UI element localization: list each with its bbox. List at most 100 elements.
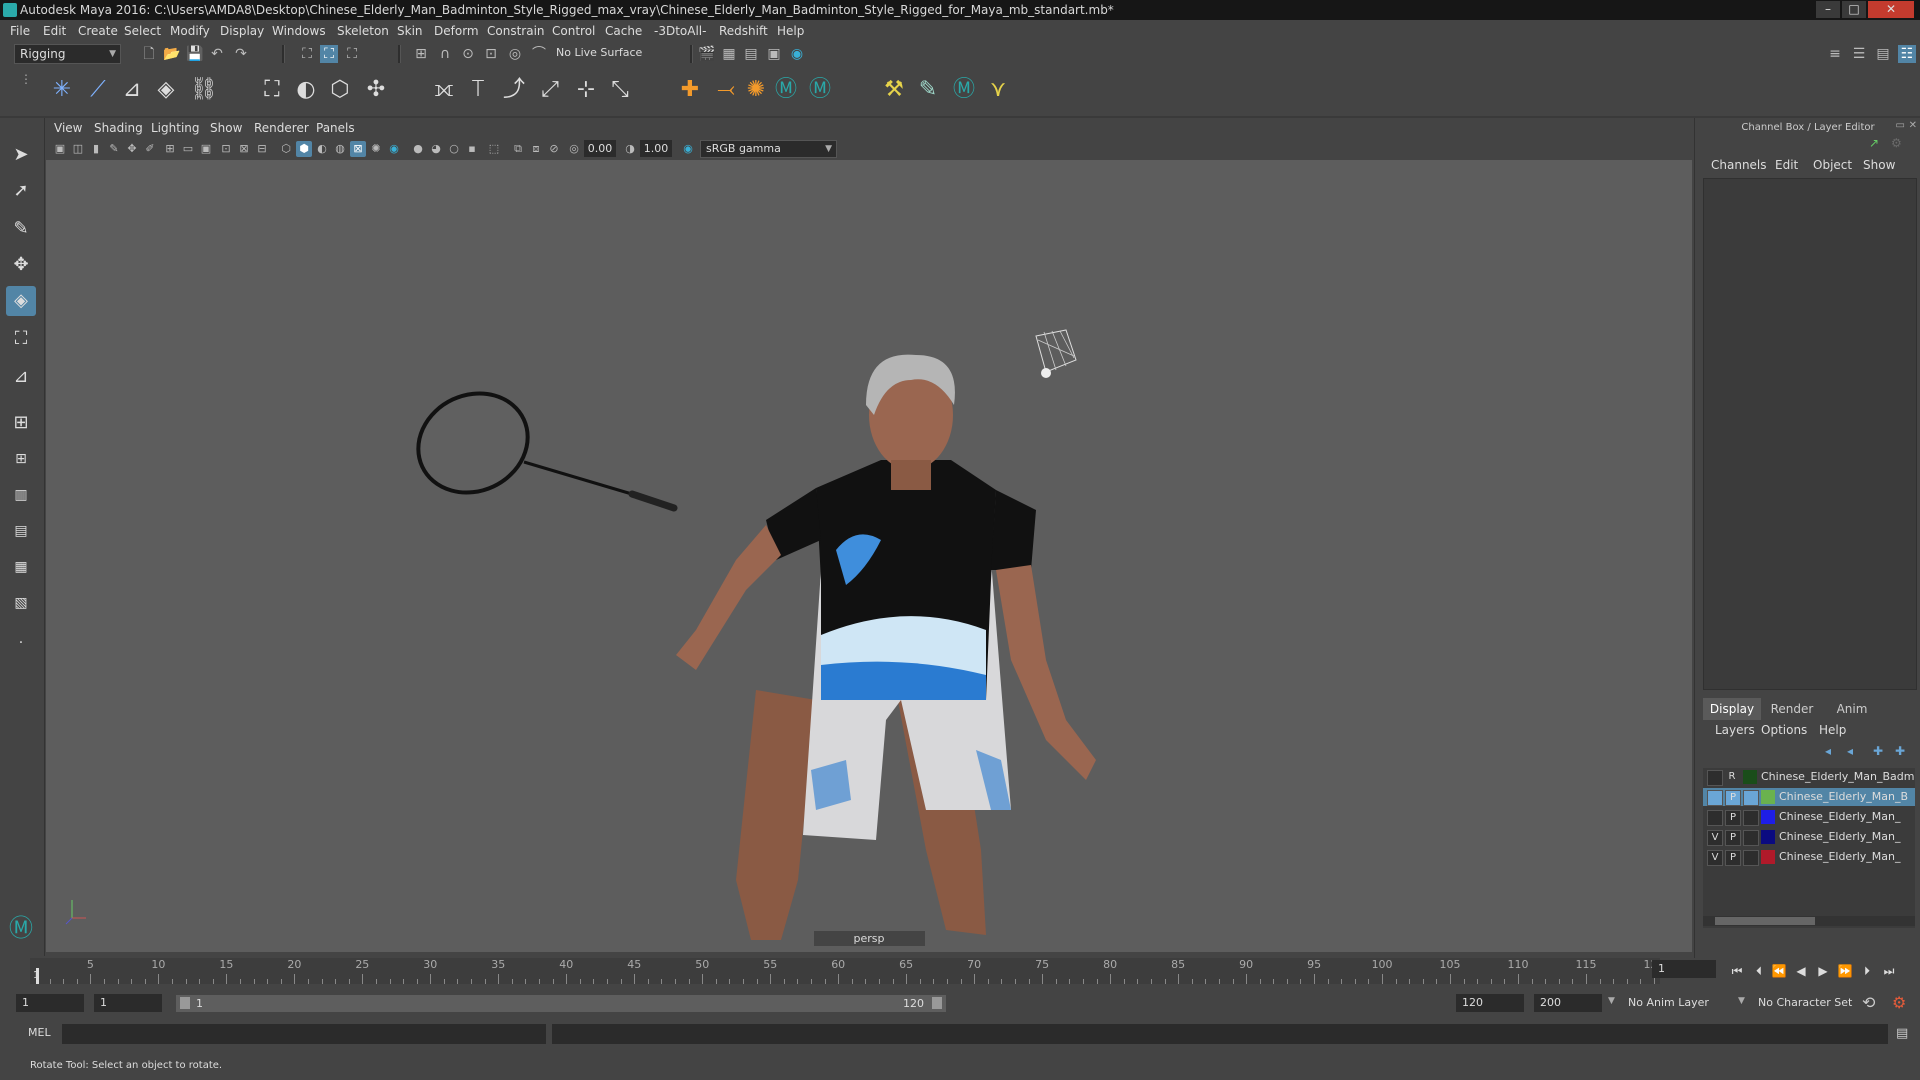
gamma-field[interactable]: 1.00 bbox=[640, 140, 672, 157]
play-backwards-icon[interactable]: ◀ bbox=[1792, 962, 1810, 980]
playback-start-field[interactable]: 1 bbox=[94, 994, 162, 1012]
set-driven-key-icon[interactable]: ⤙ bbox=[712, 76, 740, 104]
channel-box-settings-icon[interactable]: ⚙ bbox=[1891, 136, 1902, 150]
snap-surface-icon[interactable]: ◎ bbox=[506, 45, 524, 63]
paint-select-tool-icon[interactable]: ✎ bbox=[6, 214, 36, 244]
redo-icon[interactable]: ↷ bbox=[232, 45, 250, 63]
layer-color-swatch[interactable] bbox=[1761, 830, 1775, 844]
go-to-end-icon[interactable]: ⏭ bbox=[1880, 962, 1898, 980]
layer-name[interactable]: Chinese_Elderly_Man_ bbox=[1779, 808, 1915, 826]
snap-point-icon[interactable]: ⊙ bbox=[459, 45, 477, 63]
gamma-icon[interactable]: ◑ bbox=[622, 141, 638, 157]
select-tool-icon[interactable]: ➤ bbox=[6, 140, 36, 170]
screen-space-ao-icon[interactable]: ◉ bbox=[386, 141, 402, 157]
use-all-lights-icon[interactable]: ⊠ bbox=[350, 141, 366, 157]
range-start-handle[interactable] bbox=[180, 997, 190, 1009]
badminton-racket-model[interactable] bbox=[402, 376, 678, 512]
layer-name[interactable]: Chinese_Elderly_Man_Badminton bbox=[1761, 768, 1915, 786]
layer-visibility-toggle[interactable] bbox=[1707, 810, 1723, 826]
snap-grid-icon[interactable]: ⊞ bbox=[412, 45, 430, 63]
outliner-layout-icon[interactable]: ▤ bbox=[6, 516, 36, 546]
lattice-icon[interactable]: ⬡ bbox=[326, 76, 354, 104]
exposure-icon[interactable]: ◎ bbox=[566, 141, 582, 157]
orient-joint-icon[interactable]: ⛓ bbox=[190, 76, 218, 104]
channel-box-menu-edit[interactable]: Edit bbox=[1775, 158, 1798, 172]
viewport-menu-panels[interactable]: Panels bbox=[316, 118, 355, 138]
layer-color-swatch[interactable] bbox=[1761, 850, 1775, 864]
hypershade-layout-icon[interactable]: ▧ bbox=[6, 588, 36, 618]
camera-attributes-icon[interactable]: ◫ bbox=[70, 141, 86, 157]
menu-redshift[interactable]: Redshift bbox=[719, 20, 768, 42]
go-to-start-icon[interactable]: ⏮ bbox=[1728, 962, 1746, 980]
step-forward-key-icon[interactable]: ⏩ bbox=[1836, 962, 1854, 980]
menu-skeleton[interactable]: Skeleton bbox=[337, 20, 389, 42]
layer-tab-anim[interactable]: Anim bbox=[1823, 698, 1881, 720]
menu-skin[interactable]: Skin bbox=[397, 20, 423, 42]
point-constraint-icon[interactable]: ⟙ bbox=[464, 76, 492, 104]
character-set-dropdown[interactable]: No Character Set bbox=[1758, 996, 1852, 1009]
menu-create[interactable]: Create bbox=[78, 20, 118, 42]
field-chart-icon[interactable]: ⊠ bbox=[236, 141, 252, 157]
ik-handle-icon[interactable]: ⟋ bbox=[84, 76, 112, 104]
scale-tool-icon[interactable]: ⛶ bbox=[6, 324, 36, 354]
paint-tool-icon[interactable]: ✎ bbox=[914, 76, 942, 104]
joint-tool-icon[interactable]: ✳ bbox=[48, 76, 76, 104]
textured-icon[interactable]: ◍ bbox=[332, 141, 348, 157]
layer-playback-toggle[interactable] bbox=[1743, 850, 1759, 866]
layer-row[interactable]: P Chinese_Elderly_Man_ bbox=[1703, 808, 1915, 826]
render-settings-icon[interactable]: ▤ bbox=[742, 45, 760, 63]
layer-menu-layers[interactable]: Layers bbox=[1715, 723, 1755, 737]
layer-row[interactable]: P Chinese_Elderly_Man_B bbox=[1703, 788, 1915, 806]
depth-of-field-icon[interactable]: ○ bbox=[446, 141, 462, 157]
xray-components-icon[interactable]: ⧈ bbox=[528, 141, 544, 157]
color-management-icon[interactable]: ◉ bbox=[680, 141, 696, 157]
safe-action-icon[interactable]: ⊟ bbox=[254, 141, 270, 157]
shuttlecock-model[interactable] bbox=[1035, 329, 1077, 378]
minimize-button[interactable]: – bbox=[1816, 1, 1840, 18]
step-back-frame-icon[interactable]: ⏴ bbox=[1750, 962, 1768, 980]
time-slider-track[interactable]: 5 10 15 20 25 30 35 40 45 50 55 60 65 70 75 80 85 90 95 100… bbox=[30, 958, 1665, 984]
step-forward-frame-icon[interactable]: ⏵ bbox=[1858, 962, 1876, 980]
viewport-menu-shading[interactable]: Shading bbox=[94, 118, 143, 138]
playback-end-field[interactable]: 120 bbox=[1456, 994, 1524, 1012]
rotate-tool-icon[interactable]: ◈ bbox=[6, 286, 36, 316]
blend-shape-icon[interactable]: ✺ bbox=[742, 76, 770, 104]
scale-constraint-icon[interactable]: ⤢ bbox=[536, 76, 564, 104]
undo-icon[interactable]: ↶ bbox=[208, 45, 226, 63]
channel-box-options-icon[interactable]: ↗ bbox=[1869, 136, 1879, 150]
attribute-editor-icon[interactable]: ☰ bbox=[1850, 45, 1868, 63]
step-back-key-icon[interactable]: ⏪ bbox=[1770, 962, 1788, 980]
layer-color-swatch[interactable] bbox=[1761, 810, 1775, 824]
layer-visibility-toggle[interactable]: V bbox=[1707, 830, 1723, 846]
shadows-icon[interactable]: ✺ bbox=[368, 141, 384, 157]
viewport-menu-lighting[interactable]: Lighting bbox=[151, 118, 200, 138]
select-camera-icon[interactable]: ▣ bbox=[52, 141, 68, 157]
layer-row[interactable]: V P Chinese_Elderly_Man_ bbox=[1703, 828, 1915, 846]
channel-box-toggle-icon[interactable]: ☷ bbox=[1898, 45, 1916, 63]
render-view-icon[interactable]: ◉ bbox=[788, 45, 806, 63]
select-component-icon[interactable]: ⛶ bbox=[343, 45, 361, 63]
make-live-icon[interactable]: ⌒ bbox=[530, 45, 548, 63]
menu-3dtoall[interactable]: -3DtoAll- bbox=[654, 20, 706, 42]
new-layer-icon[interactable]: ✚ bbox=[1873, 744, 1883, 758]
menu-set-dropdown[interactable]: Rigging ▼ bbox=[14, 44, 121, 64]
locator-icon[interactable]: ✚ bbox=[676, 76, 704, 104]
smooth-shade-icon[interactable]: ⬢ bbox=[296, 141, 312, 157]
menu-cache[interactable]: Cache bbox=[605, 20, 642, 42]
play-forwards-icon[interactable]: ▶ bbox=[1814, 962, 1832, 980]
scrollbar-thumb[interactable] bbox=[1715, 917, 1815, 925]
range-end-handle[interactable] bbox=[932, 997, 942, 1009]
menu-help[interactable]: Help bbox=[777, 20, 804, 42]
perspective-viewport[interactable]: persp bbox=[46, 160, 1692, 952]
auto-key-icon[interactable]: ⟲ bbox=[1862, 993, 1875, 1012]
script-editor-icon[interactable]: ▤ bbox=[1896, 1026, 1908, 1041]
maximize-button[interactable]: □ bbox=[1842, 1, 1866, 18]
new-scene-icon[interactable]: 🗋 bbox=[140, 45, 158, 63]
layer-display-type[interactable]: P bbox=[1725, 850, 1741, 866]
layer-color-swatch[interactable] bbox=[1761, 790, 1775, 804]
menu-file[interactable]: File bbox=[10, 20, 30, 42]
mirror-joint-icon[interactable]: ◈ bbox=[152, 76, 180, 104]
viewport-menu-show[interactable]: Show bbox=[210, 118, 242, 138]
menu-windows[interactable]: Windows bbox=[272, 20, 326, 42]
menu-select[interactable]: Select bbox=[124, 20, 161, 42]
